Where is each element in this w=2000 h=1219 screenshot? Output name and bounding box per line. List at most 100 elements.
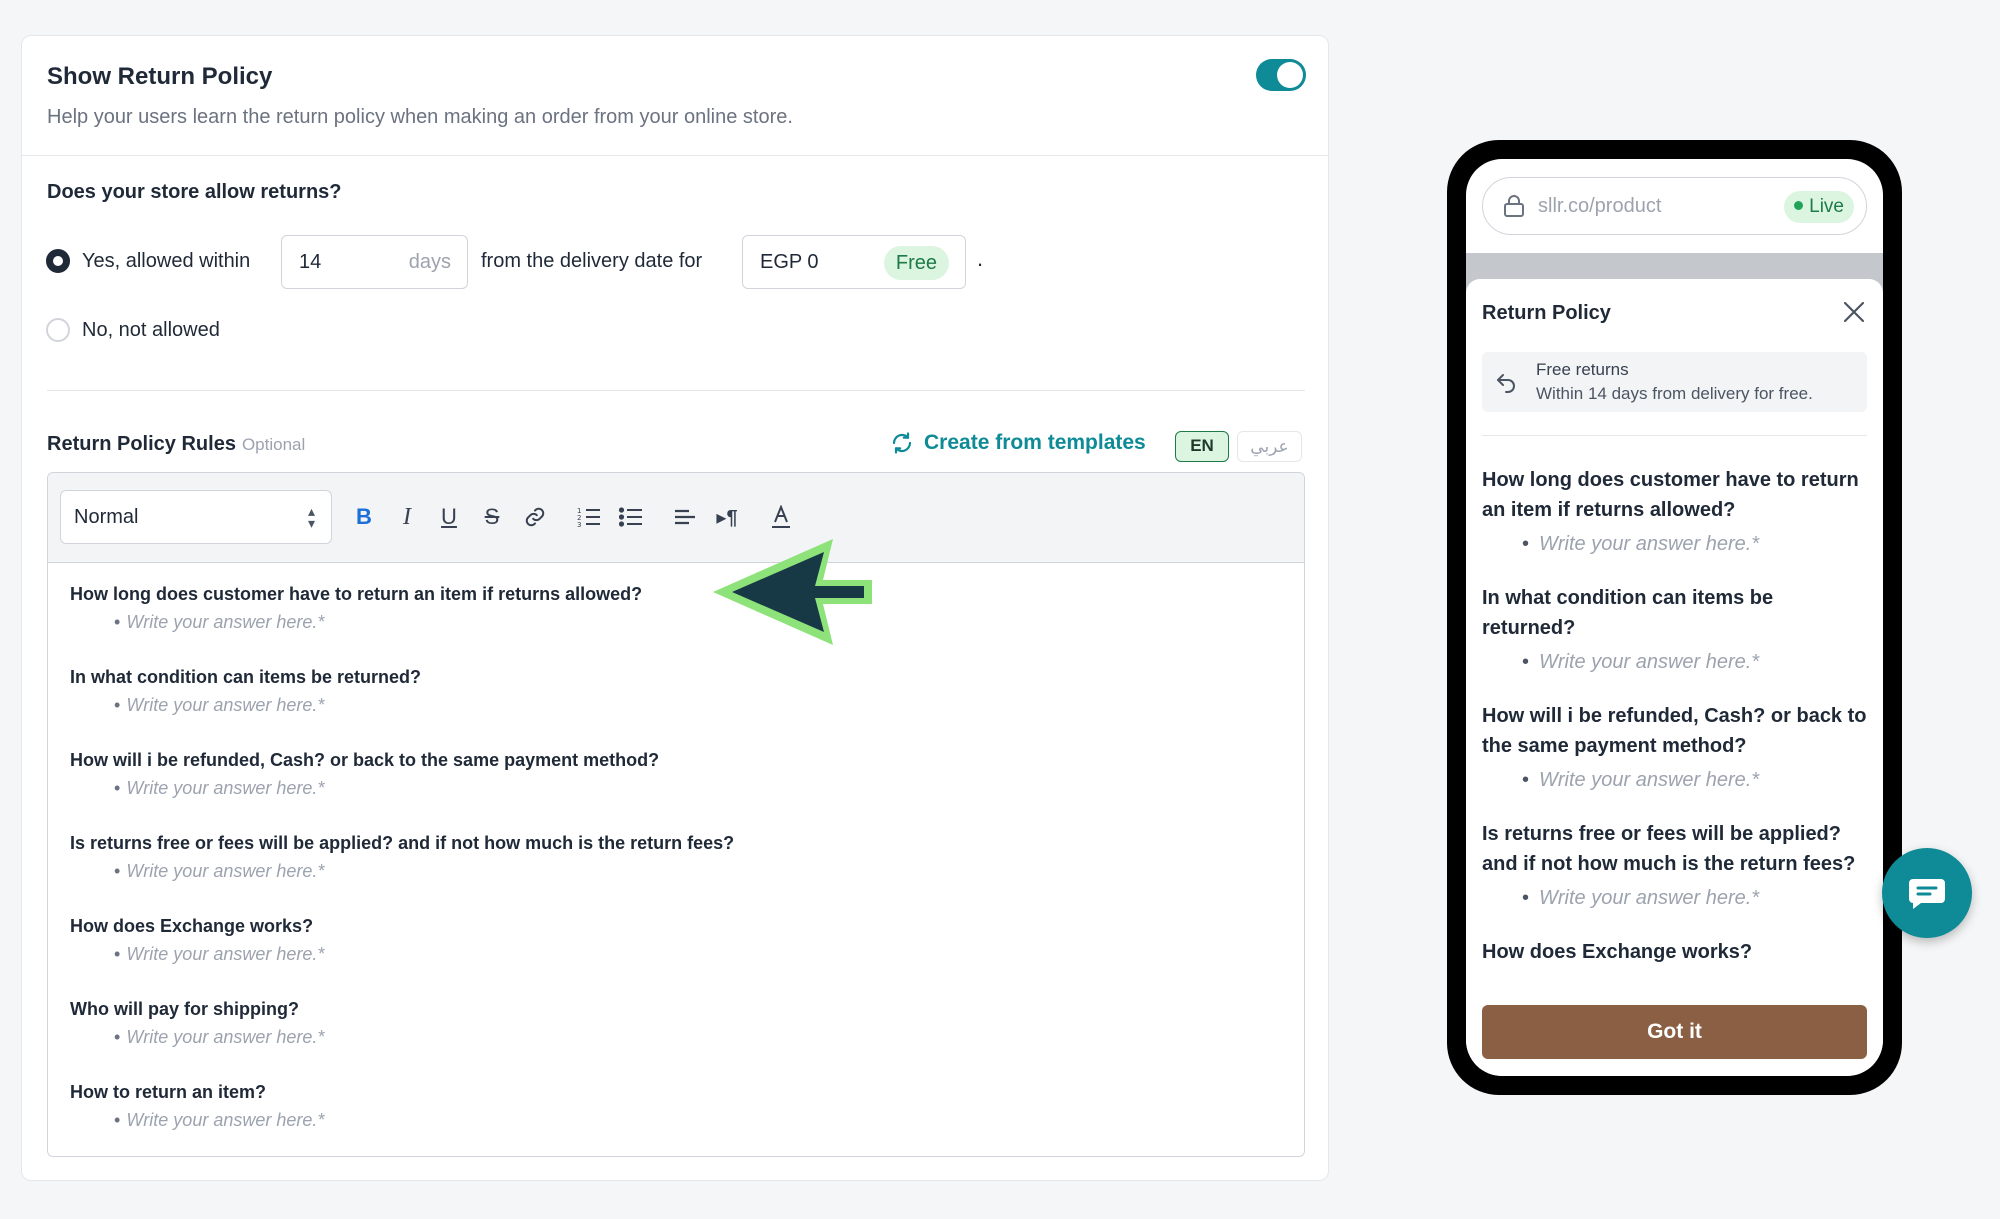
rule-answer[interactable]: • Write your answer here.* — [70, 1110, 1284, 1130]
bullet-icon: • — [114, 861, 121, 881]
rule-question[interactable]: How long does customer have to return an… — [70, 584, 1284, 604]
return-days-unit: days — [408, 251, 451, 273]
rule-answer[interactable]: • Write your answer here.* — [70, 778, 1284, 798]
link-icon[interactable] — [520, 500, 550, 534]
close-icon[interactable] — [1841, 299, 1867, 325]
preview-question: How long does customer have to return an… — [1482, 469, 1859, 521]
bullet-icon: • — [114, 944, 121, 964]
return-fee-input[interactable]: EGP 0 Free — [742, 235, 966, 289]
return-policy-sheet: Return Policy Free returns Within 14 day… — [1466, 279, 1883, 1076]
create-from-templates-label: Create from templates — [924, 431, 1146, 454]
rule-answer-text: Write your answer here.* — [126, 695, 325, 715]
lang-en-tab[interactable]: EN — [1175, 431, 1229, 462]
card-title: Show Return Policy — [47, 63, 273, 90]
preview-question: Is returns free or fees will be applied?… — [1482, 823, 1856, 875]
format-select[interactable]: Normal ▴ ▾ — [60, 490, 332, 544]
rich-text-editor[interactable]: Normal ▴ ▾ B I U S 123 ▸¶ How long does … — [47, 472, 1305, 1157]
rule-answer[interactable]: • Write your answer here.* — [70, 944, 1284, 964]
chat-support-button[interactable] — [1882, 848, 1972, 938]
bullet-icon: • — [1522, 651, 1530, 673]
bold-icon[interactable]: B — [349, 500, 379, 534]
rule-answer[interactable]: • Write your answer here.* — [70, 861, 1284, 881]
return-days-input[interactable]: 14 days — [281, 235, 468, 289]
sentence-period: . — [977, 246, 984, 271]
rule-question[interactable]: How does Exchange works? — [70, 916, 1284, 936]
phone-screen: sllr.co/product Live Return Policy Free … — [1466, 159, 1883, 1076]
preview-answer-text: Write your answer here.* — [1539, 769, 1760, 791]
bullet-icon: • — [114, 612, 121, 632]
rule-answer[interactable]: • Write your answer here.* — [70, 612, 1284, 632]
card-subtitle: Help your users learn the return policy … — [47, 106, 793, 128]
rule-answer[interactable]: • Write your answer here.* — [70, 695, 1284, 715]
italic-icon[interactable]: I — [392, 500, 422, 534]
section-divider — [47, 390, 1305, 391]
svg-text:3: 3 — [577, 521, 581, 528]
toggle-knob — [1277, 62, 1303, 88]
delivery-date-text: from the delivery date for — [481, 250, 703, 272]
radio-yes-allowed[interactable] — [46, 249, 70, 273]
rule-answer-text: Write your answer here.* — [126, 861, 325, 881]
bullet-icon: • — [114, 1027, 121, 1047]
bullet-icon: • — [1522, 533, 1530, 555]
annotation-arrow-icon — [713, 539, 872, 645]
card-header: Show Return Policy Help your users learn… — [22, 36, 1328, 156]
lock-icon — [1504, 195, 1524, 217]
rule-question[interactable]: How to return an item? — [70, 1082, 1284, 1102]
text-color-icon[interactable] — [766, 500, 796, 534]
rules-title-text: Return Policy Rules — [47, 433, 236, 455]
preview-questions-list: How long does customer have to return an… — [1482, 465, 1867, 965]
live-dot-icon — [1794, 201, 1804, 210]
bullet-icon: • — [1522, 769, 1530, 791]
phone-preview: sllr.co/product Live Return Policy Free … — [1447, 140, 1902, 1095]
free-badge: Free — [883, 246, 949, 280]
underline-icon[interactable]: U — [434, 500, 464, 534]
info-title: Free returns — [1536, 360, 1629, 379]
preview-answer: • Write your answer here.* — [1482, 647, 1867, 677]
lang-ar-tab[interactable]: عربي — [1237, 431, 1302, 462]
create-from-templates-button[interactable]: Create from templates — [890, 431, 1146, 455]
preview-question: How does Exchange works? — [1482, 941, 1753, 963]
bullet-list-icon[interactable] — [616, 500, 646, 534]
preview-answer: • Write your answer here.* — [1482, 765, 1867, 795]
got-it-button[interactable]: Got it — [1482, 1005, 1867, 1059]
rule-answer[interactable]: • Write your answer here.* — [70, 1027, 1284, 1047]
preview-answer: • Write your answer here.* — [1482, 883, 1867, 913]
info-text: Within 14 days from delivery for free. — [1536, 384, 1813, 403]
editor-toolbar: Normal ▴ ▾ B I U S 123 ▸¶ — [48, 473, 1304, 563]
text-direction-icon[interactable]: ▸¶ — [712, 500, 742, 534]
rule-question[interactable]: Is returns free or fees will be applied?… — [70, 833, 1284, 853]
optional-label: Optional — [241, 435, 306, 454]
return-policy-card: Show Return Policy Help your users learn… — [21, 35, 1329, 1181]
refresh-icon — [892, 432, 912, 454]
return-days-value: 14 — [299, 251, 322, 273]
free-returns-info: Free returns Within 14 days from deliver… — [1482, 352, 1867, 412]
rule-question[interactable]: Who will pay for shipping? — [70, 999, 1284, 1019]
format-select-value: Normal — [74, 506, 139, 528]
show-return-policy-toggle[interactable] — [1256, 59, 1306, 91]
return-fee-value: EGP 0 — [760, 251, 819, 273]
radio-no-label[interactable]: No, not allowed — [82, 319, 220, 342]
rules-title: Return Policy Rules Optional — [47, 433, 305, 456]
rule-question[interactable]: In what condition can items be returned? — [70, 667, 1284, 687]
editor-content[interactable]: How long does customer have to return an… — [70, 584, 1284, 1156]
live-label: Live — [1809, 196, 1844, 217]
rule-answer-text: Write your answer here.* — [126, 612, 325, 632]
allow-returns-question: Does your store allow returns? — [47, 181, 342, 203]
preview-url-bar: sllr.co/product Live — [1482, 177, 1867, 235]
radio-yes-label[interactable]: Yes, allowed within — [82, 250, 250, 273]
rule-question[interactable]: How will i be refunded, Cash? or back to… — [70, 750, 1284, 770]
rule-answer-text: Write your answer here.* — [126, 1027, 325, 1047]
ordered-list-icon[interactable]: 123 — [574, 500, 604, 534]
select-arrows-icon: ▴ ▾ — [307, 503, 315, 531]
align-icon[interactable] — [670, 500, 700, 534]
preview-answer-text: Write your answer here.* — [1539, 651, 1760, 673]
rule-answer-text: Write your answer here.* — [126, 778, 325, 798]
preview-answer-text: Write your answer here.* — [1539, 533, 1760, 555]
preview-url: sllr.co/product — [1538, 195, 1662, 217]
undo-icon — [1497, 374, 1515, 393]
rule-answer-text: Write your answer here.* — [126, 944, 325, 964]
preview-answer-text: Write your answer here.* — [1539, 887, 1760, 909]
strikethrough-icon[interactable]: S — [477, 500, 507, 534]
rule-answer-text: Write your answer here.* — [126, 1110, 325, 1130]
radio-not-allowed[interactable] — [46, 318, 70, 342]
